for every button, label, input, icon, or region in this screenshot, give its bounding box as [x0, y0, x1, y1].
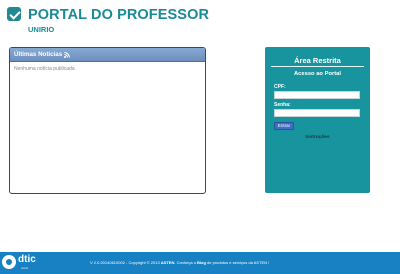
- restricted-area-panel: Área Restrita Acesso ao Portal CPF: Senh…: [265, 47, 370, 193]
- footer-brand-sub: unirio: [21, 266, 29, 270]
- password-label: Senha:: [274, 102, 291, 108]
- news-panel-title: Últimas Notícias: [14, 51, 63, 58]
- cpf-field[interactable]: [274, 91, 360, 99]
- page-title: PORTAL DO PROFESSOR: [28, 7, 210, 23]
- page: PORTAL DO PROFESSOR UNIRIO Últimas Notíc…: [0, 0, 400, 274]
- news-empty-message: Nenhuma notícia publicada: [14, 66, 75, 72]
- password-field[interactable]: [274, 109, 360, 117]
- portal-access-subtitle: Acesso ao Portal: [293, 71, 342, 77]
- dtic-logo-icon: [2, 255, 16, 269]
- rss-icon[interactable]: [64, 51, 71, 58]
- footer-company-link[interactable]: ASTEN: [161, 260, 175, 265]
- login-button[interactable]: Entrar: [274, 122, 294, 130]
- header: PORTAL DO PROFESSOR UNIRIO: [0, 0, 400, 40]
- footer-version: V 2.0.20140610002 - Copyright © 2013: [90, 260, 161, 265]
- cpf-label: CPF:: [274, 84, 286, 90]
- footer-blog-link[interactable]: Blog: [197, 260, 206, 265]
- news-panel-header: Últimas Notícias: [10, 48, 205, 62]
- footer-text-end: de produtos e serviços da ASTEN !: [205, 260, 270, 265]
- news-panel: Últimas Notícias Nenhuma notícia publica…: [9, 47, 206, 194]
- footer-copyright: V 2.0.20140610002 - Copyright © 2013 AST…: [90, 260, 269, 265]
- restricted-area-divider: [271, 66, 364, 67]
- footer: dtic unirio V 2.0.20140610002 - Copyrigh…: [0, 252, 400, 274]
- portal-logo-icon: [7, 7, 21, 21]
- footer-brand: dtic: [18, 254, 36, 265]
- restricted-area-title: Área Restrita: [294, 56, 341, 65]
- page-subtitle: UNIRIO: [28, 25, 55, 34]
- footer-text-mid: . Conheça o: [174, 260, 198, 265]
- instructions-link[interactable]: Instruções: [265, 135, 370, 140]
